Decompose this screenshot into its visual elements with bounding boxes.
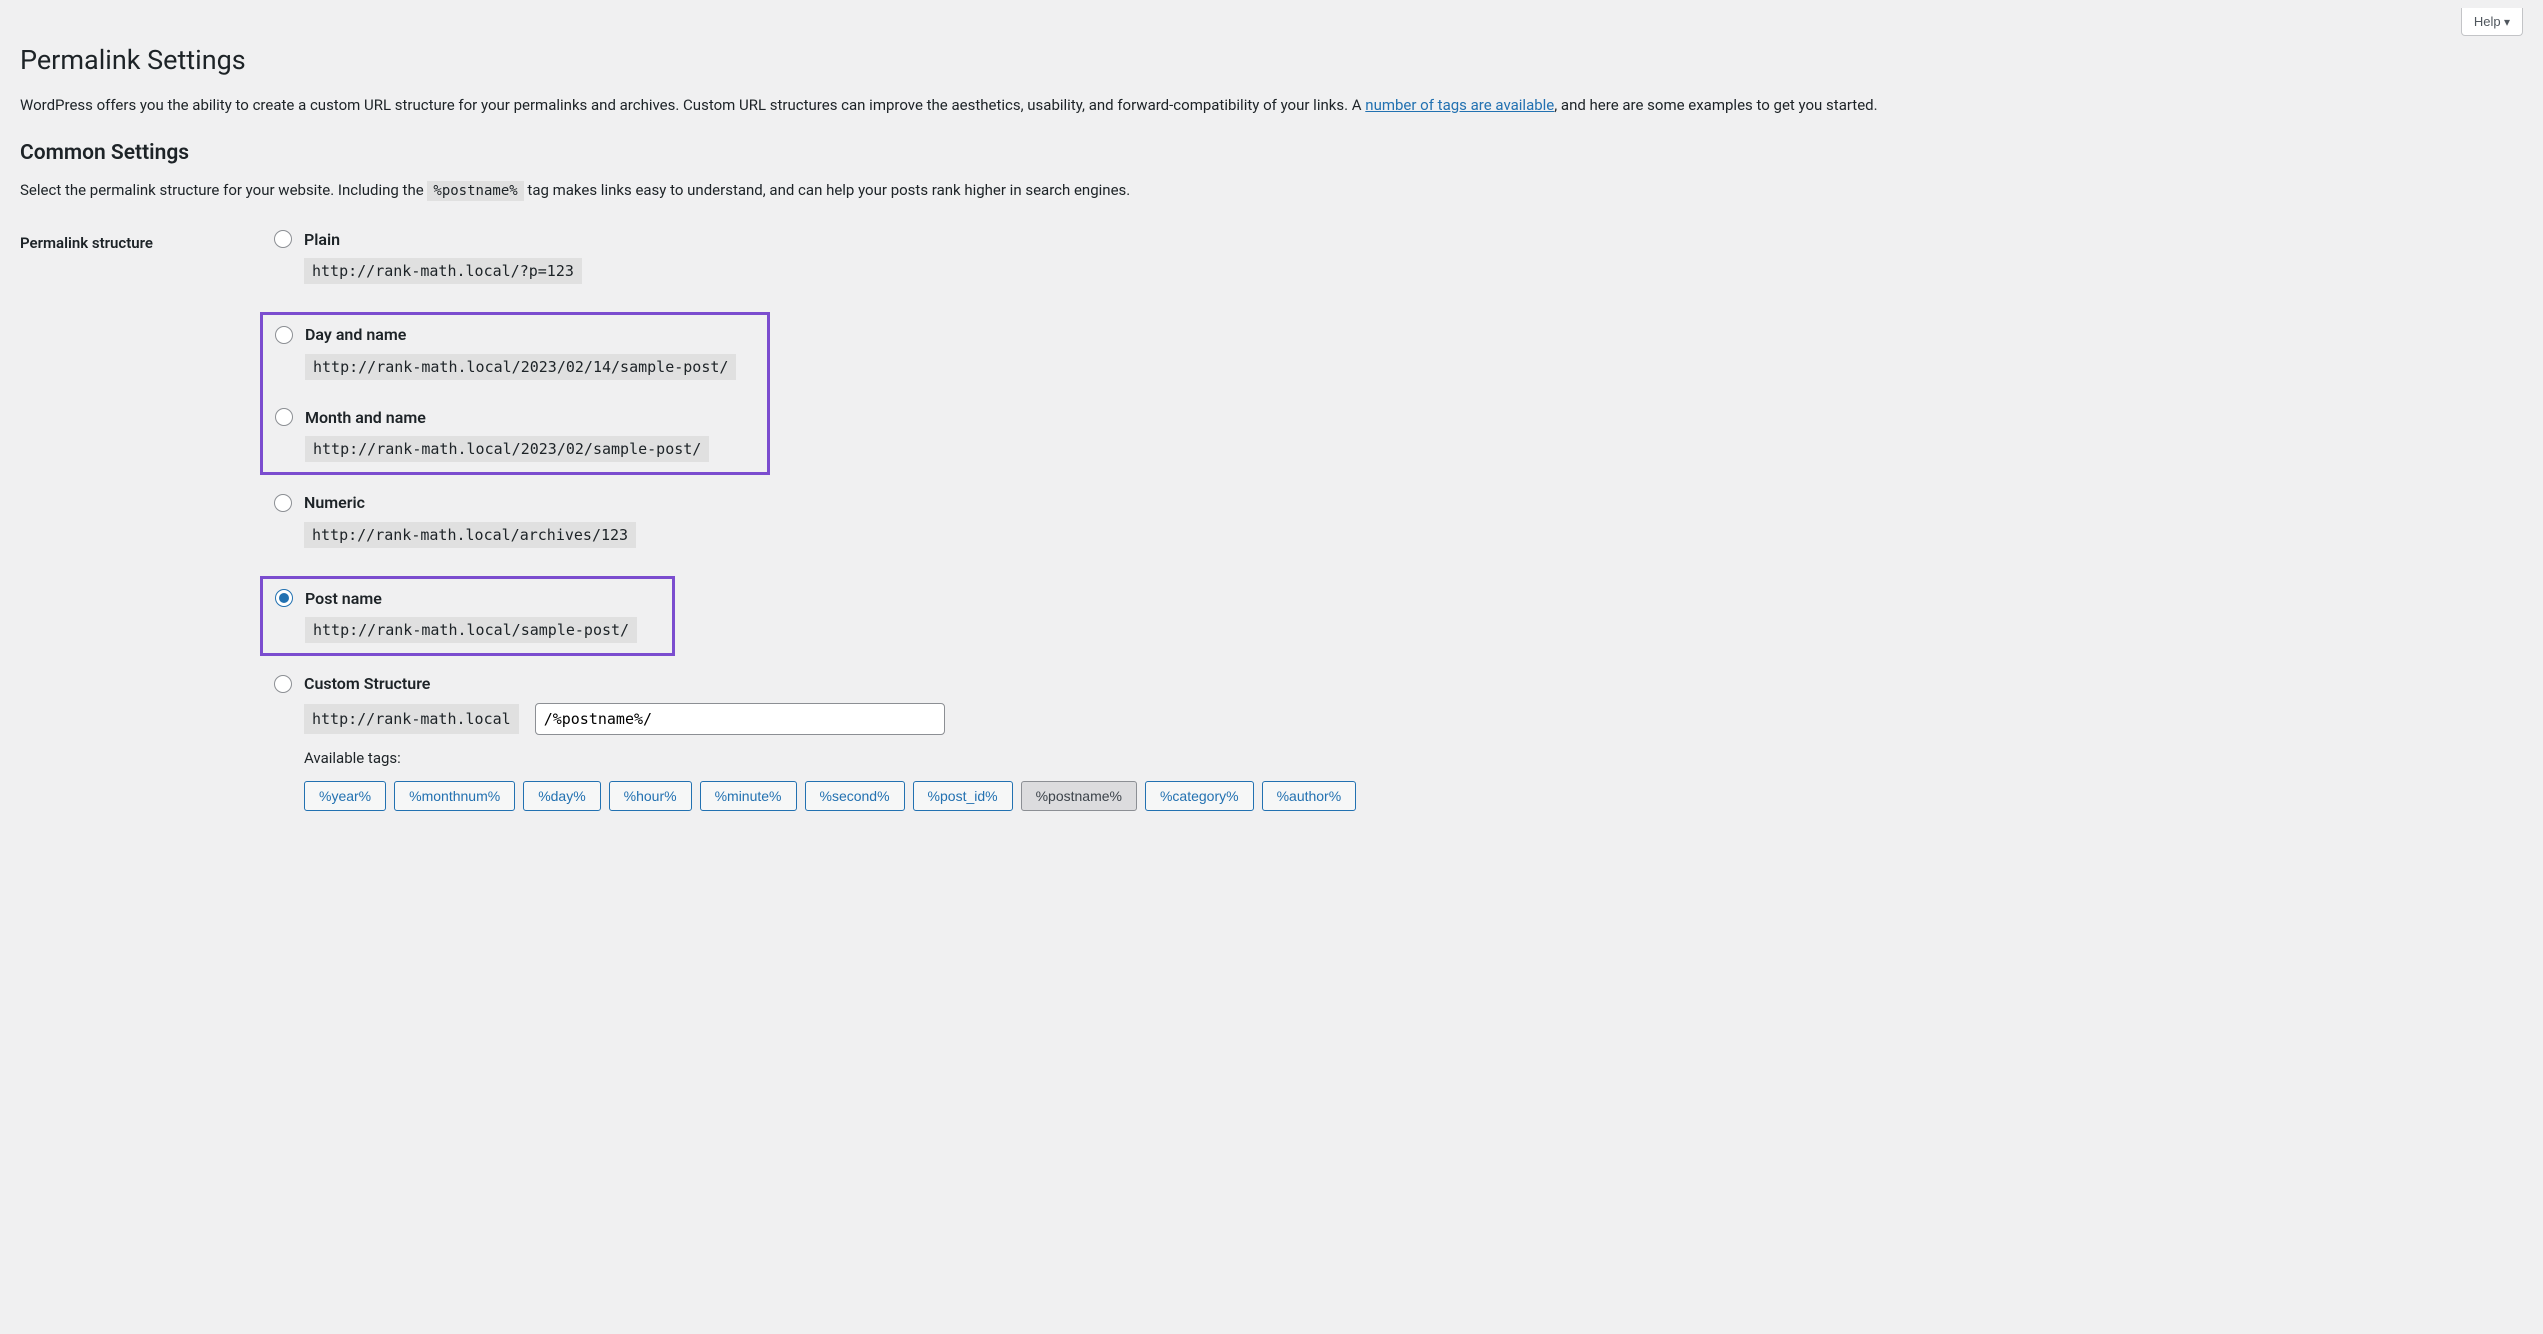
radio-plain[interactable] <box>274 230 292 248</box>
tag-button-minute[interactable]: %minute% <box>700 781 797 811</box>
option-monthname-label: Month and name <box>305 408 426 427</box>
option-postname-url: http://rank-math.local/sample-post/ <box>305 617 637 643</box>
option-monthname-label-wrap[interactable]: Month and name <box>275 408 426 427</box>
desc-pre: Select the permalink structure for your … <box>20 181 427 199</box>
option-plain-label: Plain <box>304 230 340 249</box>
radio-monthname[interactable] <box>275 408 293 426</box>
option-numeric-url: http://rank-math.local/archives/123 <box>304 522 636 548</box>
common-settings-desc: Select the permalink structure for your … <box>20 179 2523 202</box>
tag-button-second[interactable]: %second% <box>805 781 905 811</box>
option-monthname: Month and name http://rank-math.local/20… <box>265 408 761 463</box>
intro-text-pre: WordPress offers you the ability to crea… <box>20 96 1365 114</box>
page-title: Permalink Settings <box>20 44 2523 76</box>
help-tab[interactable]: Help <box>2461 8 2523 36</box>
tag-button-post_id[interactable]: %post_id% <box>913 781 1013 811</box>
tag-button-author[interactable]: %author% <box>1262 781 1357 811</box>
available-tags-row: %year% %monthnum% %day% %hour% %minute% %seco… <box>304 781 2513 811</box>
custom-structure-input[interactable] <box>535 703 945 735</box>
option-monthname-url: http://rank-math.local/2023/02/sample-po… <box>305 436 709 462</box>
radio-dayname[interactable] <box>275 326 293 344</box>
option-plain-url: http://rank-math.local/?p=123 <box>304 258 582 284</box>
tag-button-year[interactable]: %year% <box>304 781 386 811</box>
highlight-postname: Post name http://rank-math.local/sample-… <box>260 576 675 657</box>
available-tags-label: Available tags: <box>304 749 2513 767</box>
tag-button-monthnum[interactable]: %monthnum% <box>394 781 515 811</box>
radio-numeric[interactable] <box>274 494 292 512</box>
option-custom-label-wrap[interactable]: Custom Structure <box>274 674 430 693</box>
option-numeric-label-wrap[interactable]: Numeric <box>274 493 365 512</box>
tag-button-day[interactable]: %day% <box>523 781 600 811</box>
tag-button-category[interactable]: %category% <box>1145 781 1254 811</box>
option-numeric: Numeric http://rank-math.local/archives/… <box>270 493 2513 548</box>
intro-text-post: , and here are some examples to get you … <box>1554 96 1877 114</box>
desc-post: tag makes links easy to understand, and … <box>524 181 1131 199</box>
common-settings-heading: Common Settings <box>20 141 2523 165</box>
radio-postname[interactable] <box>275 589 293 607</box>
option-custom: Custom Structure http://rank-math.local … <box>270 674 2513 811</box>
option-dayname-url: http://rank-math.local/2023/02/14/sample… <box>305 354 736 380</box>
highlight-day-month: Day and name http://rank-math.local/2023… <box>260 312 770 475</box>
tag-button-hour[interactable]: %hour% <box>609 781 692 811</box>
option-postname-label-wrap[interactable]: Post name <box>275 589 382 608</box>
option-numeric-label: Numeric <box>304 493 365 512</box>
option-dayname-label: Day and name <box>305 325 406 344</box>
custom-base-url: http://rank-math.local <box>304 704 519 734</box>
option-dayname-label-wrap[interactable]: Day and name <box>275 325 406 344</box>
tags-available-link[interactable]: number of tags are available <box>1365 96 1554 114</box>
intro-paragraph: WordPress offers you the ability to crea… <box>20 94 2523 117</box>
tag-button-postname[interactable]: %postname% <box>1021 781 1137 811</box>
option-plain: Plain http://rank-math.local/?p=123 <box>270 230 2513 285</box>
desc-code: %postname% <box>427 181 523 201</box>
option-plain-label-wrap[interactable]: Plain <box>274 230 340 249</box>
option-dayname: Day and name http://rank-math.local/2023… <box>265 325 761 380</box>
option-postname-label: Post name <box>305 589 382 608</box>
option-postname: Post name http://rank-math.local/sample-… <box>265 589 666 644</box>
permalink-structure-label: Permalink structure <box>20 222 270 829</box>
option-custom-label: Custom Structure <box>304 674 430 693</box>
radio-custom[interactable] <box>274 675 292 693</box>
